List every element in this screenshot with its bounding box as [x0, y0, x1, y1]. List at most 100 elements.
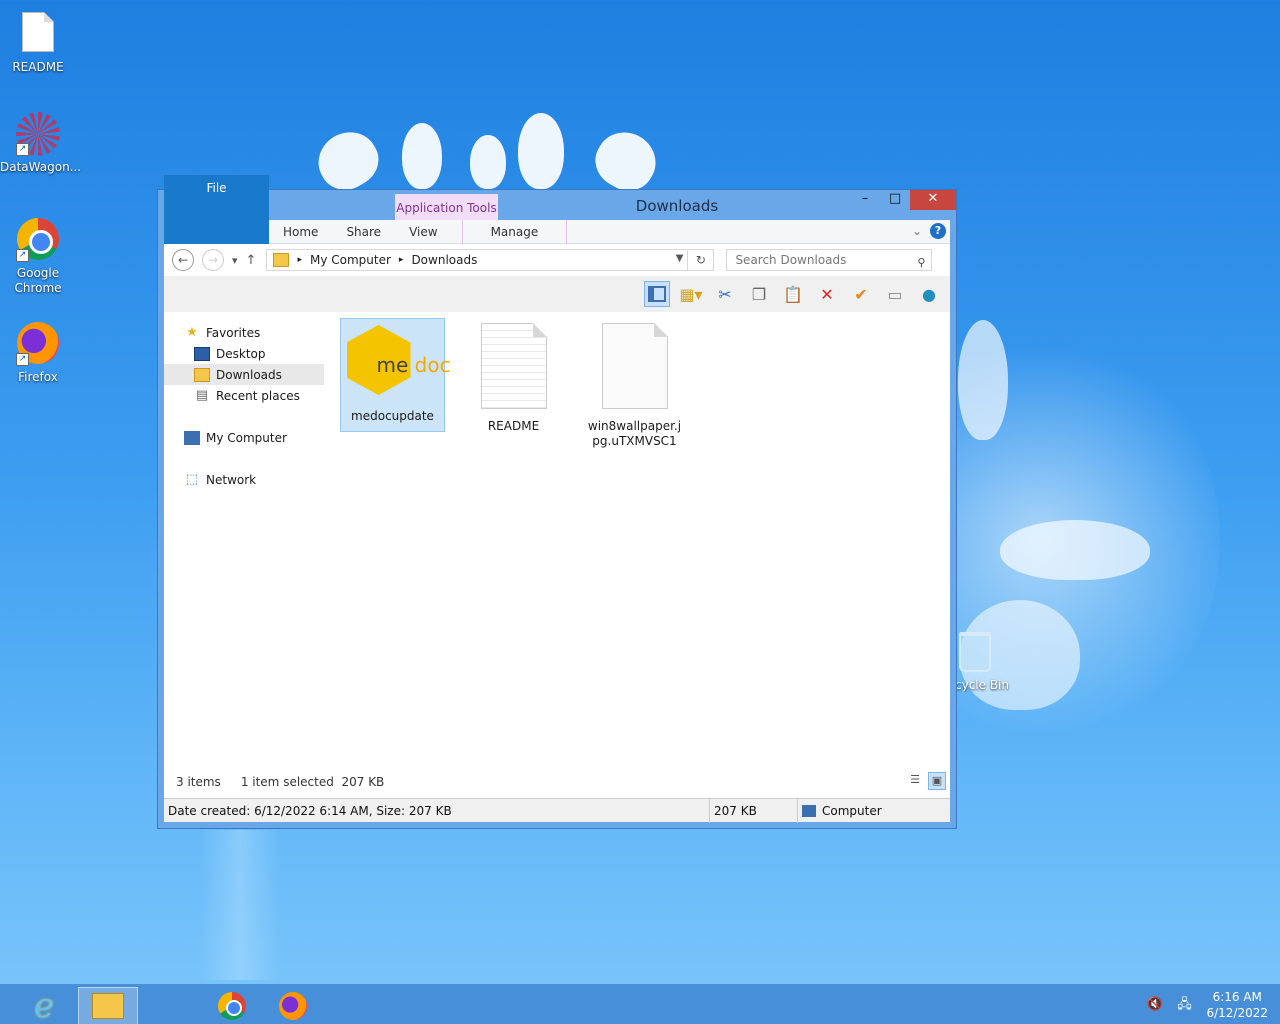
medoc-app-icon: me doc [346, 323, 451, 397]
computer-icon [184, 430, 200, 445]
chevron-down-icon[interactable]: ▼ [676, 253, 684, 264]
breadcrumb-segment[interactable]: Downloads [411, 253, 477, 267]
taskbar-file-explorer[interactable] [78, 987, 138, 1024]
address-bar-row: ← → ▾ ↑ ▸ My Computer ▸ Downloads ▼ ↻ Se… [164, 244, 950, 276]
recent-locations-icon[interactable]: ▾ [232, 254, 238, 267]
nav-item-downloads[interactable]: Downloads [164, 364, 324, 385]
maximize-button[interactable]: □ [880, 190, 910, 210]
medoc-logo-me: me [376, 353, 409, 377]
navigation-pane: ★ Favorites Desktop Downloads ▤ Recent pla… [164, 312, 324, 758]
document-icon [16, 12, 60, 56]
nav-item-label: My Computer [206, 430, 287, 445]
window-controls: – □ ✕ [850, 190, 956, 210]
nav-item-network[interactable]: ⬚ Network [164, 469, 324, 490]
text-document-icon [480, 323, 547, 409]
shortcut-arrow-icon: ↗ [16, 249, 29, 262]
desktop-icon-readme[interactable]: README [0, 10, 76, 74]
taskbar-firefox[interactable] [263, 987, 323, 1024]
tab-manage[interactable]: Manage [461, 219, 568, 244]
rename-icon[interactable]: ✔ [848, 281, 874, 307]
file-explorer-icon [92, 993, 124, 1019]
copy-icon[interactable]: ❐ [746, 281, 772, 307]
system-tray: 🔇 🖧 6:16 AM 6/12/2022 [1146, 989, 1268, 1021]
explorer-window[interactable]: ▤ ▾ Application Tools Downloads – □ ✕ Fi… [157, 174, 957, 829]
folder-icon [273, 253, 290, 267]
clock[interactable]: 6:16 AM 6/12/2022 [1206, 989, 1268, 1021]
clock-time: 6:16 AM [1212, 990, 1262, 1004]
preview-pane-button[interactable] [644, 281, 670, 307]
back-button[interactable]: ← [172, 249, 194, 271]
properties-icon[interactable]: ▭ [882, 281, 908, 307]
nav-item-my-computer[interactable]: My Computer [164, 427, 324, 448]
title-bar[interactable]: ▤ ▾ Application Tools Downloads – □ ✕ [158, 190, 956, 220]
recent-places-icon: ▤ [195, 387, 209, 403]
clock-date: 6/12/2022 [1206, 1006, 1268, 1020]
blank-file-icon [601, 323, 668, 409]
file-item-medocupdate[interactable]: me doc medocupdate [340, 318, 451, 432]
nav-item-favorites[interactable]: ★ Favorites [164, 322, 324, 343]
wallpaper-petal [402, 123, 442, 189]
chevron-right-icon[interactable]: ▸ [399, 255, 404, 265]
paste-icon[interactable]: 📋 [780, 281, 806, 307]
file-name: medocupdate [351, 409, 434, 423]
expand-ribbon-icon[interactable]: ⌄ [912, 224, 922, 238]
delete-icon[interactable]: ✕ [814, 281, 840, 307]
tab-share[interactable]: Share [332, 220, 395, 244]
globe-icon[interactable]: ● [916, 281, 942, 307]
taskbar-internet-explorer[interactable]: e [14, 986, 74, 1024]
desktop-icon-chrome[interactable]: ↗ Google Chrome [0, 218, 76, 296]
computer-icon [802, 804, 816, 817]
desktop-icon-label: cycle Bin [955, 678, 1009, 692]
refresh-button[interactable]: ↻ [688, 249, 715, 271]
chrome-icon: ↗ [16, 218, 60, 262]
details-bar: Date created: 6/12/2022 6:14 AM, Size: 2… [164, 798, 950, 823]
nav-item-label: Favorites [206, 325, 261, 340]
wallpaper-petal [308, 121, 388, 200]
help-icon[interactable]: ? [930, 223, 946, 239]
details-size: 207 KB [710, 798, 798, 823]
tab-view[interactable]: View [395, 220, 451, 244]
search-input[interactable]: Search Downloads ⚲ [726, 249, 933, 273]
search-icon[interactable]: ⚲ [917, 253, 925, 273]
nav-item-label: Network [206, 472, 257, 487]
minimize-button[interactable]: – [850, 190, 880, 210]
nav-item-recent-places[interactable]: ▤ Recent places [164, 385, 324, 406]
nav-item-label: Recent places [216, 388, 300, 403]
close-button[interactable]: ✕ [910, 190, 956, 210]
search-placeholder: Search Downloads [735, 253, 847, 267]
forward-button[interactable]: → [202, 249, 224, 271]
selection-info: 1 item selected 207 KB [240, 775, 385, 789]
recycle-bin-icon [959, 632, 991, 672]
internet-explorer-icon: e [33, 986, 55, 1024]
shortcut-arrow-icon: ↗ [16, 143, 29, 156]
up-button[interactable]: ↑ [246, 253, 257, 268]
file-item-wallpaper[interactable]: win8wallpaper.jpg.uTXMVSC1 [582, 318, 687, 448]
tab-home[interactable]: Home [269, 220, 332, 244]
large-icons-view-icon[interactable]: ▣ [928, 772, 946, 790]
address-input[interactable]: ▸ My Computer ▸ Downloads ▼ [266, 249, 689, 271]
desktop-icon-label: README [12, 60, 64, 74]
network-status-icon[interactable]: 🖧 [1176, 997, 1192, 1013]
wallpaper-petal [518, 113, 564, 189]
command-toolbar: ▦▾ ✂ ❐ 📋 ✕ ✔ ▭ ● [164, 276, 950, 312]
taskbar-chrome[interactable] [202, 987, 262, 1024]
desktop-icon-label: Firefox [18, 370, 58, 384]
view-toggle-group: ☰ ▣ [906, 772, 946, 790]
details-info: Date created: 6/12/2022 6:14 AM, Size: 2… [164, 798, 710, 823]
folder-options-icon[interactable]: ▦▾ [678, 281, 704, 307]
wallpaper-petal [1000, 520, 1150, 580]
cut-icon[interactable]: ✂ [712, 281, 738, 307]
desktop-icon-firefox[interactable]: ↗ Firefox [0, 322, 76, 384]
file-item-readme[interactable]: README [461, 318, 566, 433]
breadcrumb-segment[interactable]: My Computer [310, 253, 391, 267]
desktop-icon-datawagon[interactable]: ↗ DataWagon... [0, 112, 81, 174]
details-view-icon[interactable]: ☰ [906, 772, 924, 790]
volume-muted-icon[interactable]: 🔇 [1146, 997, 1162, 1013]
desktop-icon-recycle-bin[interactable]: cycle Bin [955, 632, 1015, 692]
wallpaper-petal [958, 320, 1008, 440]
taskbar: e 🔇 🖧 6:16 AM 6/12/2022 [0, 984, 1280, 1024]
nav-item-desktop[interactable]: Desktop [164, 343, 324, 364]
wallpaper-petal [470, 135, 506, 189]
chrome-icon [218, 992, 246, 1020]
chevron-right-icon[interactable]: ▸ [297, 255, 302, 265]
